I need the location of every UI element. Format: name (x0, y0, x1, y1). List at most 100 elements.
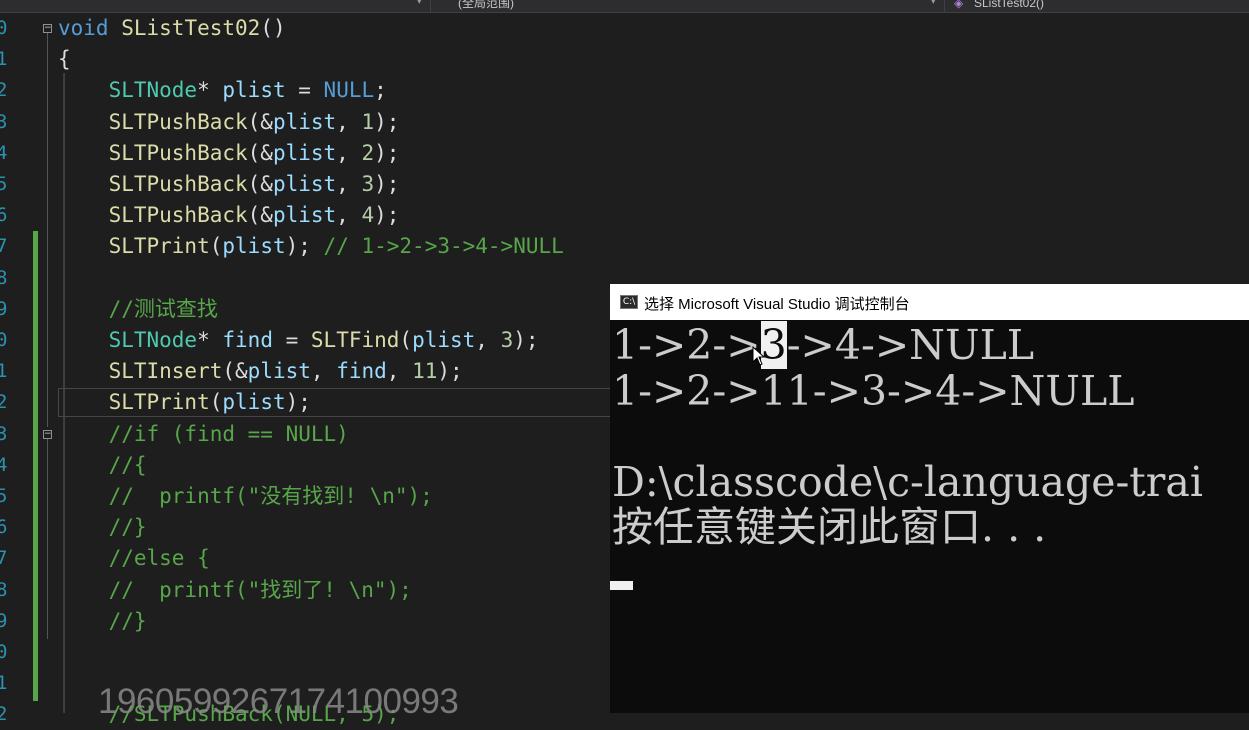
code-token: //if (find == NULL) (108, 421, 349, 446)
code-token: find (222, 328, 273, 352)
code-token: , (336, 140, 362, 165)
code-token: 1 (361, 109, 375, 134)
code-line[interactable]: SLTPrint(plist); // 1->2->3->4->NULL (58, 231, 564, 262)
code-line[interactable]: // printf("没有找到! \n"); (58, 481, 433, 512)
code-token: SLTPushBack (108, 109, 248, 134)
line-number: 0 (0, 641, 8, 663)
line-number: 3 (0, 422, 8, 445)
code-token: ( (209, 234, 223, 259)
line-number: 8 (0, 266, 8, 289)
console-output-line: 按任意键关闭此窗口. . . (612, 503, 1047, 551)
code-token: SLTFind (310, 328, 400, 352)
code-token: , (310, 359, 337, 384)
code-token: , (336, 172, 362, 196)
collapse-icon[interactable]: − (43, 430, 52, 439)
console-title-bar[interactable]: C:\ 选择 Microsoft Visual Studio 调试控制台 (610, 284, 1249, 320)
code-token: plist (222, 390, 286, 415)
code-line[interactable]: //if (find == NULL) (58, 419, 349, 450)
code-line[interactable]: SLTNode* plist = NULL; (58, 75, 387, 106)
line-number: 4 (0, 141, 8, 164)
code-token: // 1->2->3->4->NULL (323, 234, 564, 259)
code-token: (& (247, 109, 273, 134)
code-line[interactable]: SLTPrint(plist); (58, 387, 311, 418)
code-token: ); (374, 140, 400, 165)
code-token: = (285, 78, 324, 103)
line-number: 6 (0, 516, 8, 539)
code-token: find (336, 359, 387, 384)
line-number: 2 (0, 79, 8, 102)
code-token: { (58, 47, 71, 72)
line-number: 1 (0, 360, 8, 383)
code-token: //} (108, 608, 147, 633)
scope-dropdown[interactable]: (全局范围) (458, 0, 514, 11)
code-token: (& (222, 359, 248, 384)
code-token: * (197, 328, 223, 352)
code-token: ); (374, 203, 400, 228)
code-token: SLTInsert (108, 359, 223, 384)
code-token: //{ (108, 452, 147, 477)
code-token: 11 (412, 359, 438, 384)
code-token: // printf("没有找到! \n"); (108, 484, 433, 508)
code-token: 2 (361, 140, 375, 165)
code-token: plist (272, 109, 337, 134)
code-line[interactable]: SLTPushBack(&plist, 4); (58, 200, 400, 231)
divider (430, 0, 431, 12)
code-token: ); (374, 172, 400, 196)
line-number: 7 (0, 547, 8, 570)
code-line[interactable]: SLTInsert(&plist, find, 11); (58, 356, 463, 387)
code-line[interactable]: //{ (58, 450, 147, 481)
code-token: SLTNode (108, 328, 198, 352)
code-line[interactable]: SLTNode* find = SLTFind(plist, 3); (58, 325, 539, 356)
code-line[interactable]: SLTPushBack(&plist, 3); (58, 169, 400, 200)
code-token: , (475, 328, 501, 352)
console-title: 选择 Microsoft Visual Studio 调试控制台 (644, 296, 910, 313)
line-number: 2 (0, 703, 8, 726)
code-line[interactable]: SLTPushBack(&plist, 1); (58, 107, 400, 138)
code-token: ); (374, 109, 400, 134)
code-token: , (386, 359, 413, 384)
debug-console-window[interactable]: C:\ 选择 Microsoft Visual Studio 调试控制台 1->… (610, 284, 1249, 713)
code-line[interactable]: //测试查找 (58, 294, 218, 325)
code-line[interactable]: SLTPushBack(&plist, 2); (58, 138, 400, 169)
fold-guide (47, 439, 48, 639)
code-token: (& (247, 140, 273, 165)
function-dropdown[interactable]: SListTest02() (974, 0, 1044, 11)
code-token: SLTPushBack (108, 140, 248, 165)
code-token: //else { (108, 546, 210, 571)
code-line[interactable]: void SListTest02() (58, 13, 286, 44)
line-number: 0 (0, 17, 8, 39)
code-line[interactable]: //else { (58, 543, 210, 574)
code-line[interactable]: //} (58, 606, 147, 637)
code-line[interactable]: //} (58, 512, 147, 543)
collapse-icon[interactable]: − (43, 24, 52, 33)
console-output-line: 1->2->3->4->NULL (612, 321, 1034, 369)
code-token: SLTPrint (108, 390, 210, 415)
code-token: = (272, 328, 311, 352)
line-number: 3 (0, 110, 8, 133)
mouse-pointer-icon (752, 346, 766, 366)
chevron-down-icon[interactable]: ▾ (417, 0, 422, 7)
code-token: NULL (323, 78, 375, 103)
line-number: 5 (0, 173, 8, 195)
code-token: plist (222, 234, 286, 259)
divider (944, 0, 945, 12)
code-token: 3 (500, 328, 514, 352)
code-token: ); (513, 328, 539, 352)
code-line[interactable]: { (58, 44, 71, 75)
code-token: (& (247, 172, 273, 196)
code-token: plist (272, 140, 337, 165)
change-indicator (33, 231, 38, 701)
chevron-down-icon[interactable]: ▾ (931, 0, 936, 7)
code-line[interactable]: // printf("找到了! \n"); (58, 575, 412, 606)
